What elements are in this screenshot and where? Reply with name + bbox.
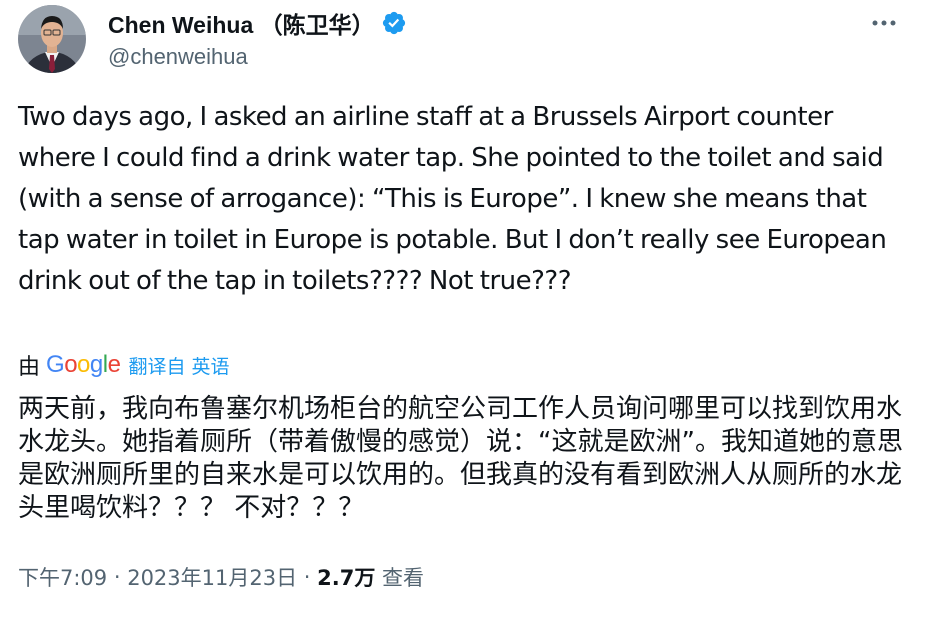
user-handle[interactable]: @chenweihua bbox=[108, 44, 407, 70]
google-logo: Google bbox=[46, 351, 121, 378]
tweet-container: Chen Weihua （陈卫华） @chenweihua Two days a… bbox=[0, 0, 925, 619]
translated-by-label: 由 bbox=[18, 355, 41, 380]
profile-photo-icon bbox=[18, 5, 86, 73]
tweet-header: Chen Weihua （陈卫华） @chenweihua bbox=[108, 8, 407, 70]
avatar[interactable] bbox=[18, 5, 86, 73]
tweet-meta: 下午7:09 · 2023年11月23日 · 2.7万 查看 bbox=[18, 562, 424, 592]
tweet-text-translated: 两天前，我向布鲁塞尔机场柜台的航空公司工作人员询问哪里可以找到饮用水水龙头。她指… bbox=[18, 394, 903, 523]
views-count[interactable]: 2.7万 bbox=[317, 562, 375, 592]
tweet-date[interactable]: 2023年11月23日 bbox=[127, 562, 297, 592]
more-options-button[interactable] bbox=[867, 6, 901, 40]
translated-from-link[interactable]: 翻译自 英语 bbox=[128, 352, 229, 379]
meta-separator: · bbox=[297, 565, 318, 589]
translation-attribution: 由 Google 翻译自 英语 bbox=[18, 350, 230, 380]
more-horizontal-icon bbox=[872, 20, 896, 26]
views-label: 查看 bbox=[375, 566, 425, 590]
display-name[interactable]: Chen Weihua （陈卫华） bbox=[108, 6, 375, 40]
tweet-time[interactable]: 下午7:09 bbox=[18, 562, 107, 592]
verified-badge-icon[interactable] bbox=[381, 10, 407, 36]
tweet-text-original: Two days ago, I asked an airline staff a… bbox=[18, 102, 887, 296]
meta-separator: · bbox=[107, 565, 128, 589]
name-row: Chen Weihua （陈卫华） bbox=[108, 8, 407, 38]
